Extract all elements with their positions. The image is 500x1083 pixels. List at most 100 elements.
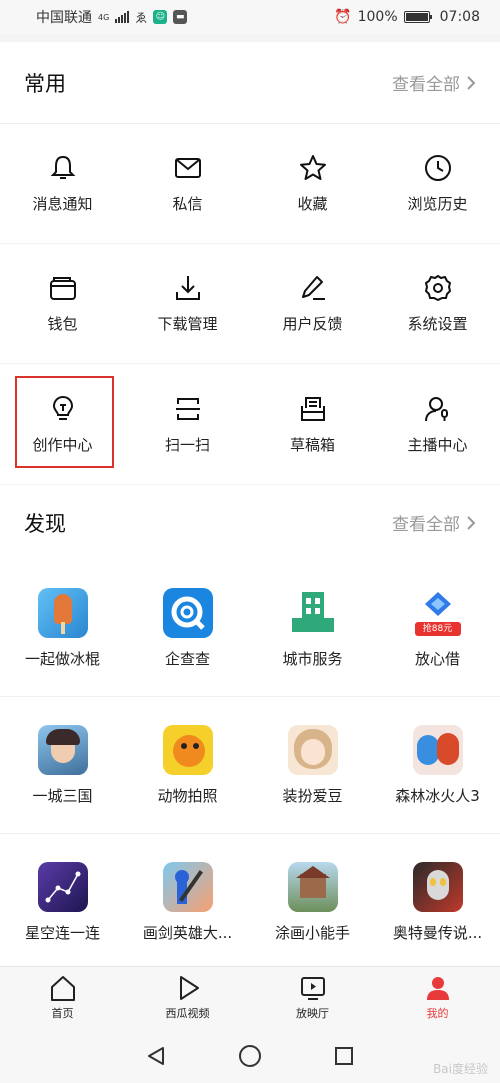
tab-screening-hall[interactable]: 放映厅 (250, 967, 375, 1028)
tool-icon: ☺ (153, 10, 168, 24)
common-section: 常用 查看全部 消息通知 私信 收藏 浏览历史 钱包 下载管理 用户反馈 系统设… (0, 42, 500, 484)
tab-label: 西瓜视频 (165, 1007, 210, 1020)
home-circle-icon[interactable] (238, 1044, 262, 1068)
user-icon (426, 977, 449, 1000)
tv-icon (300, 977, 325, 1000)
network-type: 4G (98, 12, 110, 22)
app-forest-fire-ice[interactable]: 森林冰火人3 (375, 697, 500, 833)
clock-icon (424, 155, 451, 181)
discover-see-all[interactable]: 查看全部 (392, 510, 476, 535)
common-row: 消息通知 私信 收藏 浏览历史 (0, 124, 500, 244)
item-scan[interactable]: 扫一扫 (125, 364, 250, 484)
item-wallet[interactable]: 钱包 (0, 244, 125, 363)
item-downloads[interactable]: 下载管理 (125, 244, 250, 363)
common-see-all[interactable]: 查看全部 (392, 70, 476, 95)
tab-home[interactable]: 首页 (0, 967, 125, 1028)
battery-percent: 100% (357, 9, 398, 25)
tab-mine[interactable]: 我的 (375, 967, 500, 1028)
back-triangle-icon[interactable] (145, 1045, 167, 1067)
tab-xigua-video[interactable]: 西瓜视频 (125, 967, 250, 1028)
app-star-connect[interactable]: 星空连一连 (0, 834, 125, 970)
constellation-icon (45, 871, 80, 902)
app-icon (37, 587, 88, 638)
recents-square-icon[interactable] (333, 1045, 355, 1067)
tab-label: 放映厅 (296, 1007, 329, 1020)
highlight-box (15, 376, 114, 468)
app-yicheng-sanguo[interactable]: 一城三国 (0, 697, 125, 833)
app-label: 装扮爱豆 (282, 786, 343, 805)
app-icon (412, 724, 463, 775)
see-all-label: 查看全部 (392, 75, 460, 95)
app-label: 画剑英雄大... (142, 923, 233, 942)
item-history[interactable]: 浏览历史 (375, 124, 500, 243)
streamer-icon (424, 396, 448, 421)
discover-row: 星空连一连 画剑英雄大... 涂画小能手 奥特曼传说... (0, 834, 500, 971)
item-settings[interactable]: 系统设置 (375, 244, 500, 363)
app-popsicle[interactable]: 一起做冰棍 (0, 560, 125, 696)
app-label: 放心借 (414, 649, 460, 668)
app-icon (37, 861, 88, 912)
item-streamer-center[interactable]: 主播中心 (375, 364, 500, 484)
app-ultraman[interactable]: 奥特曼传说... (375, 834, 500, 970)
item-label: 下载管理 (157, 315, 218, 333)
app-doodle[interactable]: 涂画小能手 (250, 834, 375, 970)
tab-label: 我的 (426, 1007, 449, 1020)
app-label: 企查查 (164, 649, 210, 668)
item-messages[interactable]: 私信 (125, 124, 250, 243)
status-bar: 中国联通 4G ゑ ☺ ▬ ⏰ 100% 07:08 (0, 0, 500, 34)
app-animal-photo[interactable]: 动物拍照 (125, 697, 250, 833)
common-row: 创作中心 扫一扫 草稿箱 主播中心 (0, 364, 500, 484)
app-icon (287, 724, 338, 775)
star-icon (299, 155, 326, 180)
item-label: 用户反馈 (282, 315, 343, 333)
item-label: 私信 (172, 195, 203, 213)
bell-icon (50, 155, 75, 179)
diamond-logo-icon (424, 591, 451, 616)
app-label: 星空连一连 (24, 923, 100, 942)
discover-title: 发现 (24, 511, 66, 536)
alarm-icon: ⏰ (334, 9, 352, 25)
magnifier-c-icon (171, 596, 205, 630)
app-sword-hero[interactable]: 画剑英雄大... (125, 834, 250, 970)
tab-label: 首页 (51, 1007, 74, 1020)
app-icon (162, 587, 213, 638)
common-header: 常用 查看全部 (0, 42, 500, 124)
promo-badge: 抢88元 (414, 621, 461, 636)
common-row: 钱包 下载管理 用户反馈 系统设置 (0, 244, 500, 364)
app-label: 涂画小能手 (274, 923, 350, 942)
app-label: 动物拍照 (157, 786, 218, 805)
app-icon (287, 587, 338, 638)
discover-section: 发现 查看全部 一起做冰棍 企查查 城市服务 抢88元 放心借 一城三国 动物拍… (0, 485, 500, 971)
clock-time: 07:08 (439, 9, 480, 25)
app-label: 一起做冰棍 (24, 649, 100, 668)
item-label: 浏览历史 (407, 195, 468, 213)
item-label: 扫一扫 (164, 435, 210, 454)
item-creator-center[interactable]: 创作中心 (0, 364, 125, 484)
app-notice-icon: ゑ (135, 10, 148, 25)
battery-icon (403, 11, 432, 23)
see-all-label: 查看全部 (392, 515, 460, 535)
item-label: 钱包 (47, 315, 78, 333)
discover-row: 一起做冰棍 企查查 城市服务 抢88元 放心借 (0, 560, 500, 697)
play-icon (179, 976, 199, 1000)
app-label: 一城三国 (32, 786, 93, 805)
home-icon (50, 976, 75, 1001)
chevron-right-icon (467, 75, 476, 90)
app-dress-idol[interactable]: 装扮爱豆 (250, 697, 375, 833)
item-feedback[interactable]: 用户反馈 (250, 244, 375, 363)
discover-row: 一城三国 动物拍照 装扮爱豆 森林冰火人3 (0, 697, 500, 834)
common-title: 常用 (24, 71, 66, 96)
download-icon (175, 276, 200, 300)
app-qichacha[interactable]: 企查查 (125, 560, 250, 696)
item-drafts[interactable]: 草稿箱 (250, 364, 375, 484)
chevron-right-icon (467, 515, 476, 530)
app-city-service[interactable]: 城市服务 (250, 560, 375, 696)
app-label: 城市服务 (282, 649, 343, 668)
item-favorites[interactable]: 收藏 (250, 124, 375, 243)
item-label: 收藏 (297, 195, 328, 213)
app-fangxinjie[interactable]: 抢88元 放心借 (375, 560, 500, 696)
item-notifications[interactable]: 消息通知 (0, 124, 125, 243)
signal-icon (115, 11, 130, 23)
building-icon (291, 591, 334, 632)
item-label: 主播中心 (407, 435, 468, 454)
